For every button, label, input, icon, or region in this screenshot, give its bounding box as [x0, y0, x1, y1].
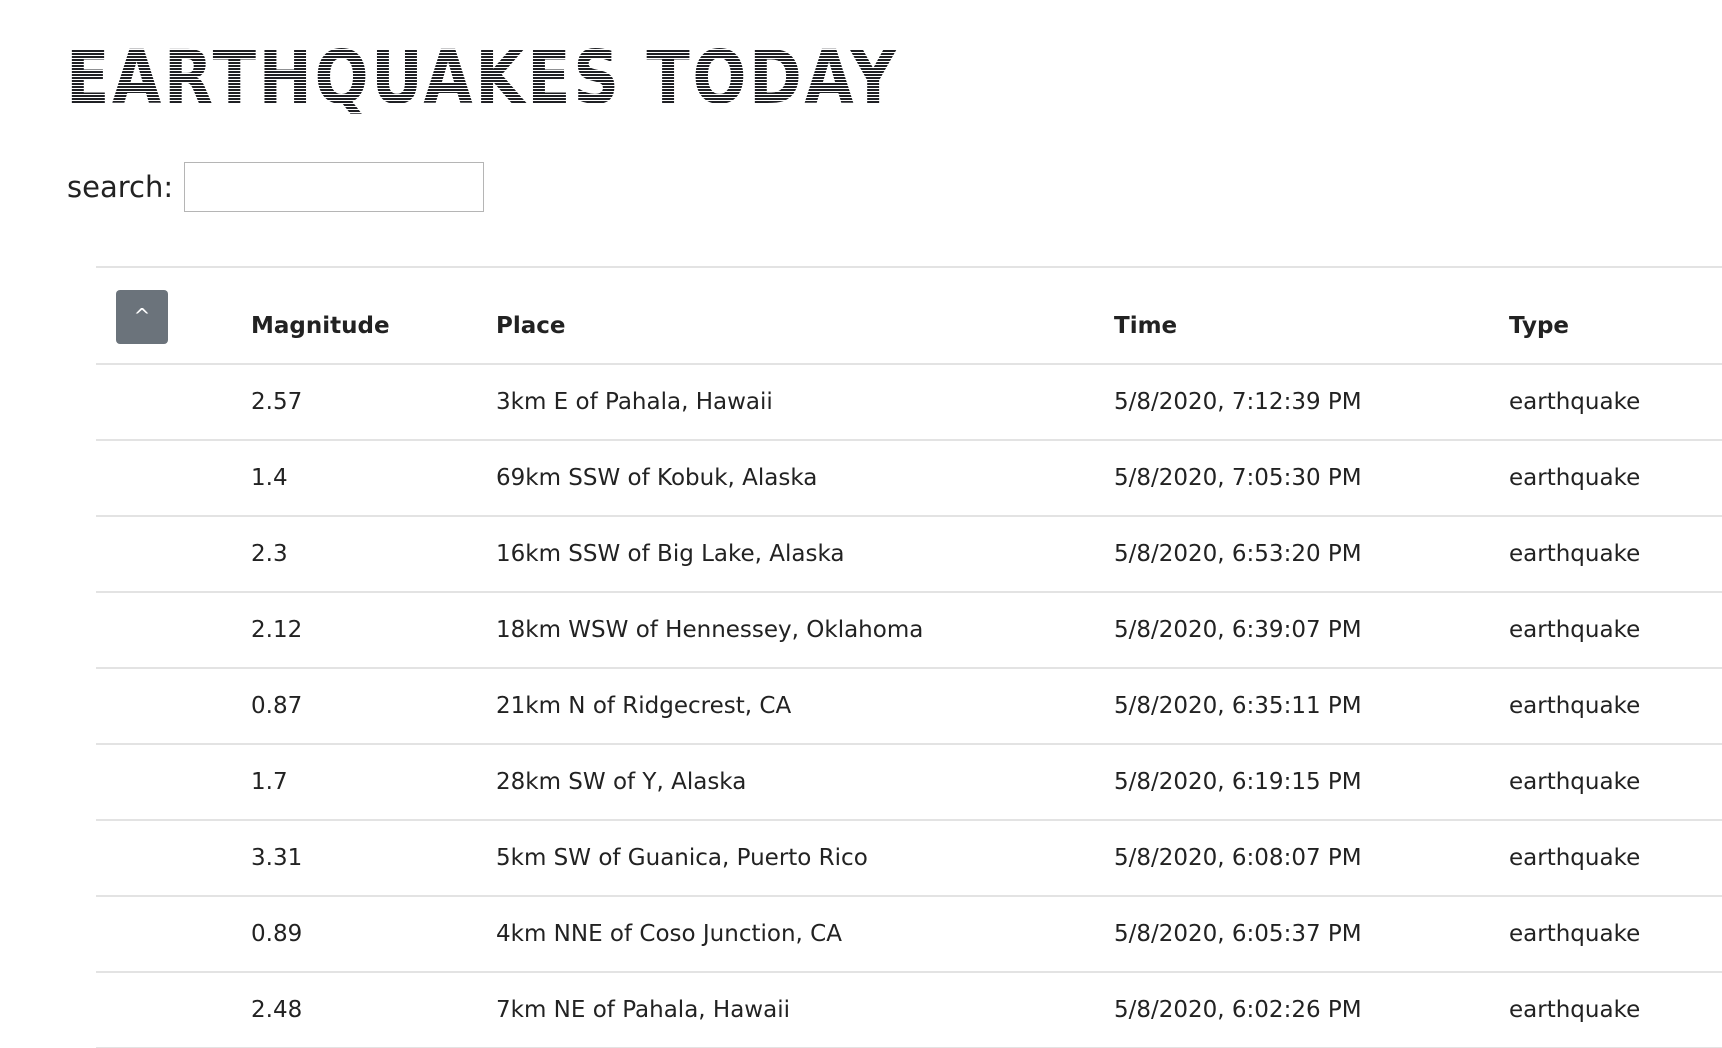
magnitude-cell: 1.4 [251, 465, 288, 491]
time-cell: 5/8/2020, 7:12:39 PM [1114, 389, 1362, 415]
magnitude-cell: 0.87 [251, 693, 303, 719]
column-header-place[interactable]: Place [496, 267, 1114, 364]
column-header-type[interactable]: Type [1509, 267, 1722, 364]
place-cell: 16km SSW of Big Lake, Alaska [496, 541, 845, 567]
time-cell: 5/8/2020, 7:05:30 PM [1114, 465, 1362, 491]
row-spacer-cell [96, 516, 251, 592]
earthquake-table: ^ Magnitude Place Time Type 2.57 3km E o… [96, 266, 1722, 1048]
type-cell: earthquake [1509, 541, 1641, 567]
magnitude-cell: 2.3 [251, 541, 288, 567]
search-bar: search: [67, 162, 485, 212]
row-spacer-cell [96, 592, 251, 668]
search-input[interactable] [184, 162, 485, 212]
place-cell: 21km N of Ridgecrest, CA [496, 693, 792, 719]
type-cell: earthquake [1509, 997, 1641, 1023]
magnitude-cell: 3.31 [251, 845, 303, 871]
place-cell: 18km WSW of Hennessey, Oklahoma [496, 617, 924, 643]
time-cell: 5/8/2020, 6:39:07 PM [1114, 617, 1362, 643]
table-row[interactable]: 0.87 21km N of Ridgecrest, CA 5/8/2020, … [96, 668, 1722, 744]
time-cell: 5/8/2020, 6:35:11 PM [1114, 693, 1362, 719]
place-cell: 3km E of Pahala, Hawaii [496, 389, 773, 415]
table-row[interactable]: 1.4 69km SSW of Kobuk, Alaska 5/8/2020, … [96, 440, 1722, 516]
sort-toggle-button[interactable]: ^ [116, 290, 168, 344]
table-row[interactable]: 2.3 16km SSW of Big Lake, Alaska 5/8/202… [96, 516, 1722, 592]
earthquake-table-container: ^ Magnitude Place Time Type 2.57 3km E o… [96, 266, 1722, 1048]
place-cell: 4km NNE of Coso Junction, CA [496, 921, 842, 947]
magnitude-cell: 2.48 [251, 997, 303, 1023]
time-cell: 5/8/2020, 6:02:26 PM [1114, 997, 1362, 1023]
type-cell: earthquake [1509, 769, 1641, 795]
table-header: ^ Magnitude Place Time Type [96, 267, 1722, 364]
row-spacer-cell [96, 972, 251, 1048]
table-row[interactable]: 2.57 3km E of Pahala, Hawaii 5/8/2020, 7… [96, 364, 1722, 440]
time-cell: 5/8/2020, 6:53:20 PM [1114, 541, 1362, 567]
search-label: search: [67, 170, 174, 204]
caret-up-icon: ^ [133, 304, 151, 328]
place-cell: 5km SW of Guanica, Puerto Rico [496, 845, 868, 871]
magnitude-cell: 1.7 [251, 769, 288, 795]
place-cell: 7km NE of Pahala, Hawaii [496, 997, 790, 1023]
type-cell: earthquake [1509, 617, 1641, 643]
type-cell: earthquake [1509, 845, 1641, 871]
magnitude-cell: 2.12 [251, 617, 303, 643]
column-header-time[interactable]: Time [1114, 267, 1509, 364]
row-spacer-cell [96, 744, 251, 820]
time-cell: 5/8/2020, 6:08:07 PM [1114, 845, 1362, 871]
table-row[interactable]: 3.31 5km SW of Guanica, Puerto Rico 5/8/… [96, 820, 1722, 896]
page-title: EARTHQUAKES TODAY [66, 35, 899, 121]
table-row[interactable]: 1.7 28km SW of Y, Alaska 5/8/2020, 6:19:… [96, 744, 1722, 820]
header-row: ^ Magnitude Place Time Type [96, 267, 1722, 364]
row-spacer-cell [96, 440, 251, 516]
sort-column-header: ^ [96, 267, 251, 364]
table-row[interactable]: 2.48 7km NE of Pahala, Hawaii 5/8/2020, … [96, 972, 1722, 1048]
type-cell: earthquake [1509, 693, 1641, 719]
type-cell: earthquake [1509, 389, 1641, 415]
row-spacer-cell [96, 364, 251, 440]
magnitude-cell: 0.89 [251, 921, 303, 947]
magnitude-cell: 2.57 [251, 389, 303, 415]
table-row[interactable]: 0.89 4km NNE of Coso Junction, CA 5/8/20… [96, 896, 1722, 972]
place-cell: 28km SW of Y, Alaska [496, 769, 747, 795]
time-cell: 5/8/2020, 6:19:15 PM [1114, 769, 1362, 795]
type-cell: earthquake [1509, 921, 1641, 947]
table-body: 2.57 3km E of Pahala, Hawaii 5/8/2020, 7… [96, 364, 1722, 1048]
column-header-magnitude[interactable]: Magnitude [251, 267, 496, 364]
place-cell: 69km SSW of Kobuk, Alaska [496, 465, 818, 491]
row-spacer-cell [96, 820, 251, 896]
row-spacer-cell [96, 896, 251, 972]
row-spacer-cell [96, 668, 251, 744]
table-row[interactable]: 2.12 18km WSW of Hennessey, Oklahoma 5/8… [96, 592, 1722, 668]
type-cell: earthquake [1509, 465, 1641, 491]
time-cell: 5/8/2020, 6:05:37 PM [1114, 921, 1362, 947]
